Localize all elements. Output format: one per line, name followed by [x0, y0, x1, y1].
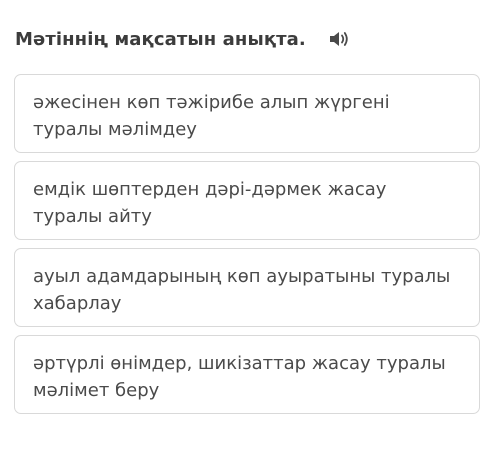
question-title: Мәтіннің мақсатын анықта. — [15, 28, 306, 50]
answer-option-1[interactable]: әжесінен көп тәжірибе алып жүргені турал… — [14, 74, 480, 153]
quiz-question-page: Мәтіннің мақсатын анықта. әжесінен көп т… — [0, 0, 500, 449]
answer-option-label: ауыл адамдарының көп ауыратыны туралы ха… — [33, 266, 451, 314]
answer-option-4[interactable]: әртүрлі өнімдер, шикізаттар жасау туралы… — [14, 335, 480, 414]
question-header: Мәтіннің мақсатын анықта. — [15, 26, 352, 52]
speaker-icon[interactable] — [326, 26, 352, 52]
answer-option-label: емдік шөптерден дәрі-дәрмек жасау туралы… — [33, 179, 387, 227]
answer-option-label: әртүрлі өнімдер, шикізаттар жасау туралы… — [33, 353, 446, 401]
answer-option-2[interactable]: емдік шөптерден дәрі-дәрмек жасау туралы… — [14, 161, 480, 240]
answer-option-label: әжесінен көп тәжірибе алып жүргені турал… — [33, 92, 390, 140]
answer-options: әжесінен көп тәжірибе алып жүргені турал… — [14, 74, 480, 422]
answer-option-3[interactable]: ауыл адамдарының көп ауыратыны туралы ха… — [14, 248, 480, 327]
